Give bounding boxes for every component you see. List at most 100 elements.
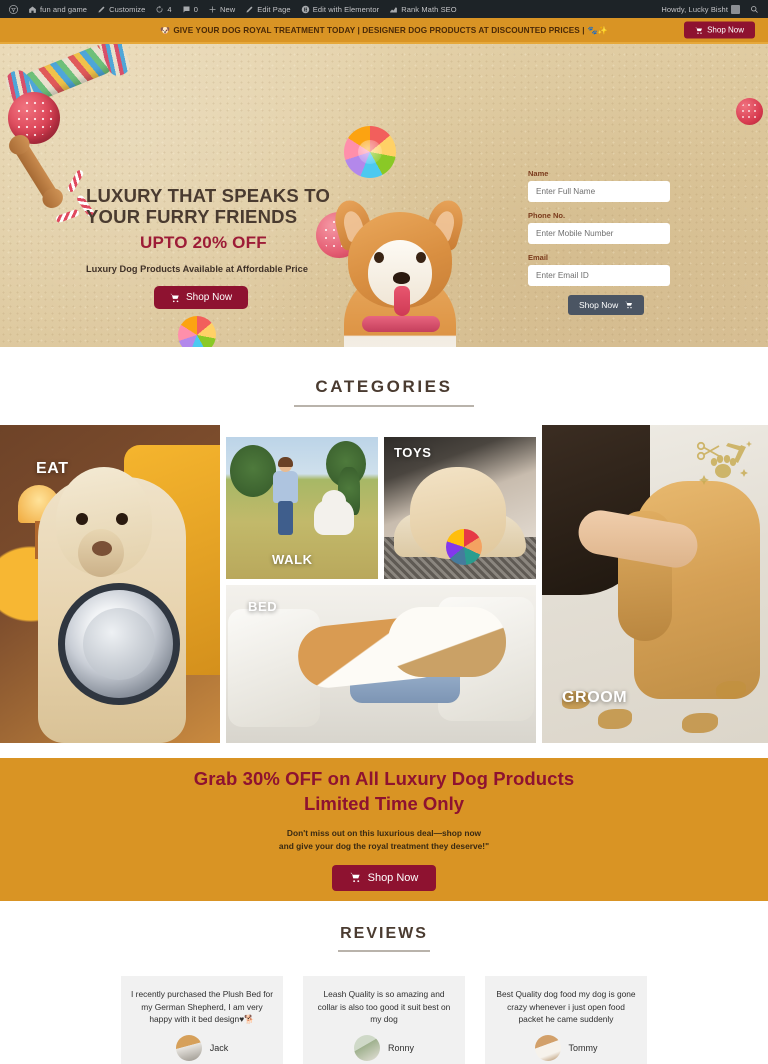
hero-lead-form: Name Phone No. Email Shop Now xyxy=(528,169,670,315)
review-text: Best Quality dog food my dog is gone cra… xyxy=(496,989,636,1025)
categories-header: CATEGORIES xyxy=(0,347,768,407)
refresh-icon xyxy=(155,5,164,14)
avatar xyxy=(353,1034,380,1061)
new-content-menu[interactable]: New xyxy=(203,0,240,18)
categories-middle-column: WALK TOYS BED xyxy=(226,425,536,743)
category-label-toys: TOYS xyxy=(394,445,432,460)
greeting-label: Howdy, Lucky Bisht xyxy=(661,4,728,14)
promo-headline: Grab 30% OFF on All Luxury Dog Products xyxy=(193,768,575,790)
elementor-label: Edit with Elementor xyxy=(312,4,380,14)
promo-description-line-1: Don't miss out on this luxurious deal—sh… xyxy=(286,828,482,839)
edit-with-elementor-menu[interactable]: Edit with Elementor xyxy=(296,0,385,18)
email-label: Email xyxy=(528,253,549,262)
review-text: Leash Quality is so amazing and collar i… xyxy=(317,989,451,1025)
new-label: New xyxy=(219,4,236,14)
review-text: I recently purchased the Plush Bed for m… xyxy=(131,989,273,1025)
cart-icon xyxy=(625,301,633,309)
toys-rubber-ball xyxy=(446,529,482,565)
hero-shop-now-button[interactable]: Shop Now xyxy=(154,286,249,310)
category-label-groom: GROOM xyxy=(562,689,628,706)
review-card: Leash Quality is so amazing and collar i… xyxy=(303,976,465,1064)
avatar xyxy=(731,4,740,14)
home-icon xyxy=(28,5,37,14)
updates-menu[interactable]: 4 xyxy=(150,0,176,18)
my-account-menu[interactable]: Howdy, Lucky Bisht xyxy=(656,0,745,18)
review-author-name: Tommy xyxy=(568,1042,598,1053)
comment-icon xyxy=(182,5,191,14)
site-name-menu[interactable]: fun and game xyxy=(23,0,92,18)
category-tile-eat[interactable]: EAT xyxy=(0,425,220,743)
categories-grid: EAT WALK TOYS BED GROOM xyxy=(0,425,768,743)
eat-dog-eye-left xyxy=(76,513,88,525)
edit-page-menu[interactable]: Edit Page xyxy=(240,0,295,18)
promo-shop-label: Shop Now xyxy=(367,871,419,884)
phone-input[interactable] xyxy=(528,223,670,244)
eat-dog-nose xyxy=(92,541,112,556)
announcement-text: GIVE YOUR DOG ROYAL TREATMENT TODAY | DE… xyxy=(173,25,585,35)
announcement-bar: 🐶 GIVE YOUR DOG ROYAL TREATMENT TODAY | … xyxy=(0,18,768,44)
category-tile-walk[interactable]: WALK xyxy=(226,437,378,579)
promo-description: Don't miss out on this luxurious deal—sh… xyxy=(279,827,489,852)
groom-fur-clipping-4 xyxy=(682,713,718,733)
rank-math-menu[interactable]: Rank Math SEO xyxy=(384,0,462,18)
email-input[interactable] xyxy=(528,265,670,286)
eat-food-bowl xyxy=(58,583,180,705)
eat-photo xyxy=(0,425,220,743)
avatar xyxy=(534,1034,561,1061)
comments-menu[interactable]: 0 xyxy=(177,0,203,18)
site-name-label: fun and game xyxy=(40,4,88,14)
bed-dog-2 xyxy=(388,607,506,677)
review-footer: Ronny xyxy=(313,1034,455,1061)
category-tile-groom[interactable]: GROOM xyxy=(542,425,768,743)
announcement-shop-label: Shop Now xyxy=(707,25,744,35)
hero-offer: UPTO 20% OFF xyxy=(140,233,267,253)
updates-count: 4 xyxy=(167,4,172,14)
red-ball-decoration-right xyxy=(736,98,763,125)
pencil-icon xyxy=(97,5,106,14)
dog-collar xyxy=(362,316,440,332)
reviews-grid: I recently purchased the Plush Bed for m… xyxy=(0,976,768,1064)
category-label-eat: EAT xyxy=(36,460,69,477)
reviews-title: REVIEWS xyxy=(340,925,428,942)
name-input[interactable] xyxy=(528,181,670,202)
customize-menu[interactable]: Customize xyxy=(92,0,150,18)
category-tile-toys[interactable]: TOYS xyxy=(384,437,536,579)
groom-fur-clipping-3 xyxy=(716,681,746,699)
cart-icon xyxy=(350,872,361,883)
cart-icon xyxy=(695,26,703,34)
grooming-tools-paw-icon xyxy=(692,433,756,487)
wordpress-logo-icon xyxy=(9,4,18,14)
form-submit-button[interactable]: Shop Now xyxy=(568,295,645,315)
wp-admin-bar: fun and game Customize 4 0 New Edit Page xyxy=(0,0,768,18)
rainbow-puff-decoration-1 xyxy=(344,126,396,178)
promo-banner: Grab 30% OFF on All Luxury Dog Products … xyxy=(0,758,768,901)
review-author-name: Jack xyxy=(209,1042,229,1053)
walk-person-top xyxy=(273,471,298,503)
form-submit-label: Shop Now xyxy=(579,300,619,310)
category-label-bed: BED xyxy=(248,599,278,614)
dog-tongue xyxy=(394,286,410,316)
walk-dog xyxy=(314,490,354,535)
edit-icon xyxy=(245,5,254,14)
announcement-message: 🐶 GIVE YOUR DOG ROYAL TREATMENT TODAY | … xyxy=(160,26,607,35)
search-button[interactable] xyxy=(745,0,764,18)
walk-person-legs xyxy=(278,501,293,535)
edit-page-label: Edit Page xyxy=(257,4,291,14)
eat-dog-eye-right xyxy=(116,513,128,525)
promo-shop-now-button[interactable]: Shop Now xyxy=(331,864,437,891)
walk-person-hair xyxy=(278,457,293,467)
rank-math-label: Rank Math SEO xyxy=(401,4,457,14)
cart-icon xyxy=(170,293,180,303)
reviews-divider xyxy=(338,950,430,952)
search-icon xyxy=(750,5,759,14)
announcement-shop-now-button[interactable]: Shop Now xyxy=(684,21,755,39)
dog-nose xyxy=(393,272,410,284)
wp-logo-menu[interactable] xyxy=(4,0,23,18)
categories-middle-top-row: WALK TOYS xyxy=(226,425,536,579)
hero-shop-label: Shop Now xyxy=(186,292,233,304)
dog-emoji-icon: 🐶 xyxy=(160,25,171,35)
avatar xyxy=(175,1034,202,1061)
rainbow-puff-decoration-2 xyxy=(178,316,216,347)
category-tile-bed[interactable]: BED xyxy=(226,585,536,743)
groom-fur-clipping-2 xyxy=(598,709,632,729)
